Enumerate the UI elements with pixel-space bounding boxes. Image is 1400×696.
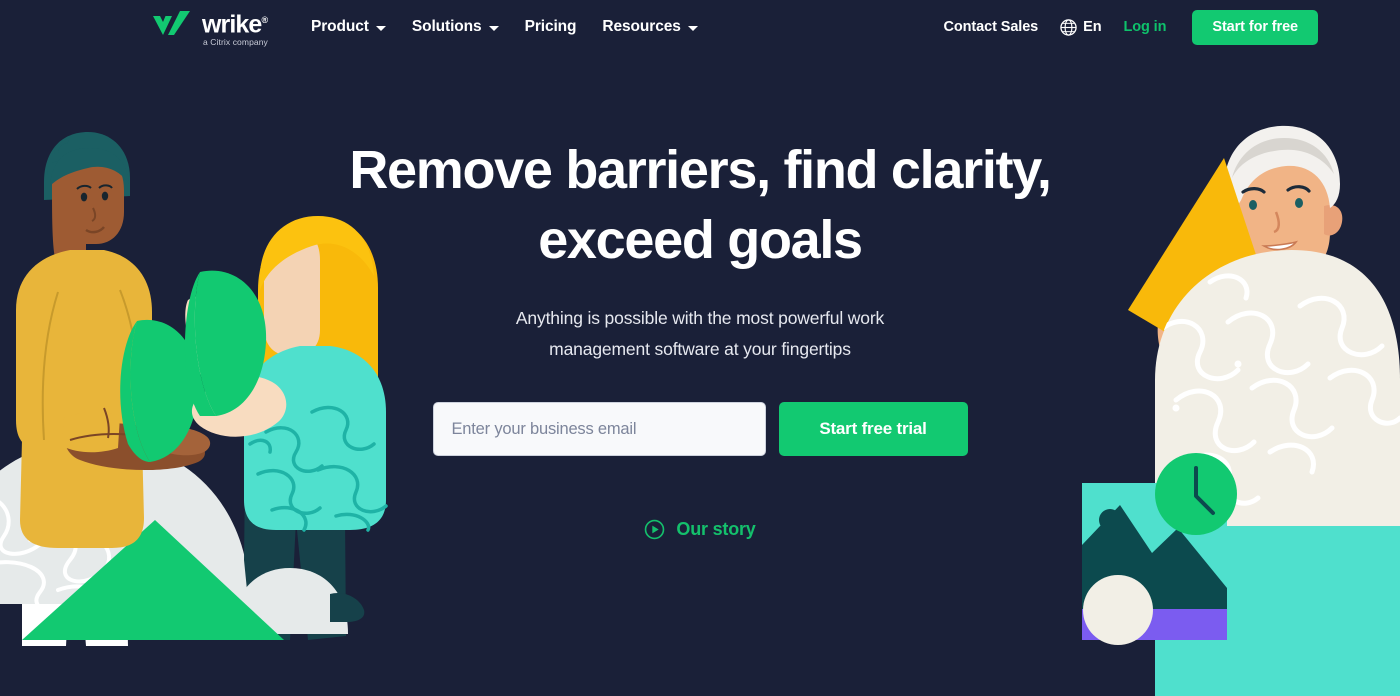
hero-subtitle-line-1: Anything is possible with the most power… [515,308,885,328]
language-label: En [1083,19,1102,35]
globe-icon [1060,18,1077,36]
nav-item-product[interactable]: Product [311,18,386,36]
chevron-down-icon [375,25,386,31]
landing-page: wrike® a Citrix company Product Solution… [0,0,1400,696]
hero-title-line-2: exceed goals [538,210,863,270]
wrike-logo[interactable]: wrike® a Citrix company [152,9,268,48]
nav-item-resources[interactable]: Resources [602,18,698,36]
hero-illustration-right [1000,0,1400,696]
start-for-free-button[interactable]: Start for free [1192,9,1318,45]
our-story-label: Our story [676,519,756,539]
start-free-trial-button[interactable]: Start free trial [778,402,968,456]
registered-mark: ® [261,15,269,25]
chevron-down-icon [687,25,698,31]
hero-title-line-1: Remove barriers, find clarity, [349,140,1052,200]
our-story-link[interactable]: Our story [644,519,756,540]
nav-label-pricing: Pricing [524,18,577,35]
language-switcher[interactable]: En [1060,18,1102,36]
hero-subtitle: Anything is possible with the most power… [465,303,935,365]
nav-label-solutions: Solutions [411,18,482,35]
contact-sales-link[interactable]: Contact Sales [944,19,1039,35]
wrike-logo-text: wrike® [202,10,269,39]
nav-links: Product Solutions Pricing Resources [311,0,698,54]
signup-form: Start free trial [432,402,968,456]
business-email-input[interactable] [432,402,766,456]
login-link[interactable]: Log in [1123,19,1166,35]
nav-label-resources: Resources [602,18,681,35]
chevron-down-icon [488,25,499,31]
nav-item-pricing[interactable]: Pricing [525,18,577,36]
nav-item-solutions[interactable]: Solutions [412,18,499,36]
wrike-logo-tagline: a Citrix company [203,37,268,48]
wrike-check-icon [153,11,190,35]
play-circle-icon [645,519,665,540]
main-navigation: wrike® a Citrix company Product Solution… [0,0,1400,54]
hero-title: Remove barriers, find clarity, exceed go… [320,135,1080,275]
nav-label-product: Product [311,18,369,35]
hero-subtitle-line-2: management software at your fingertips [549,339,851,359]
hero-illustration-left [0,0,400,696]
nav-actions: Contact Sales En Log in Start for free [944,0,1318,54]
